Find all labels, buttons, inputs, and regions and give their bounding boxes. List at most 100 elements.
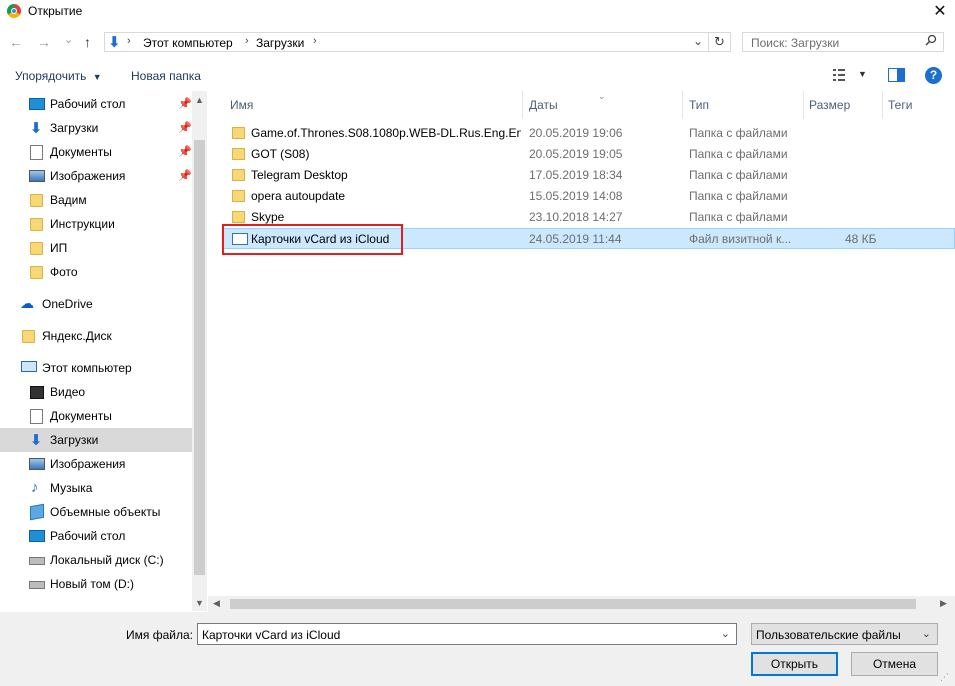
folder-icon	[30, 218, 43, 231]
recent-locations-button[interactable]: ⌄	[64, 33, 73, 46]
sidebar-item-label: Новый том (D:)	[50, 577, 134, 591]
column-header-date[interactable]: Даты	[529, 98, 558, 112]
new-folder-button[interactable]: Новая папка	[131, 69, 201, 83]
document-icon	[30, 409, 43, 424]
folder-icon	[232, 127, 245, 139]
sidebar-item-local-disk-c[interactable]: Локальный диск (C:)	[0, 548, 192, 572]
sidebar-item-ip[interactable]: ИП	[0, 236, 192, 260]
sidebar-item-new-volume-d[interactable]: Новый том (D:)	[0, 572, 192, 596]
folder-icon	[30, 194, 43, 207]
file-row[interactable]: Game.of.Thrones.S08.1080p.WEB-DL.Rus.Eng…	[222, 123, 955, 144]
download-icon: ⬇	[108, 34, 121, 51]
sidebar-item-vadim[interactable]: Вадим	[0, 188, 192, 212]
download-icon: ⬇	[29, 432, 43, 449]
filename-dropdown-button[interactable]: ⌄	[721, 627, 730, 640]
file-date: 17.05.2019 18:34	[529, 168, 623, 182]
sidebar-item-label: OneDrive	[42, 297, 93, 311]
close-button[interactable]: ✕	[930, 2, 950, 22]
back-button[interactable]: ←	[9, 34, 23, 50]
sidebar-item-label: Документы	[50, 145, 112, 159]
file-row[interactable]: Telegram Desktop 17.05.2019 18:34 Папка …	[222, 165, 955, 186]
window-title: Открытие	[28, 4, 83, 18]
scroll-left-arrow-icon[interactable]: ◀	[213, 598, 220, 609]
column-header-size[interactable]: Размер	[809, 98, 850, 112]
help-button[interactable]: ?	[925, 67, 942, 84]
sidebar-item-label: Изображения	[50, 457, 126, 471]
forward-button[interactable]: →	[37, 34, 51, 50]
sidebar-item-label: Загрузки	[50, 433, 99, 447]
column-separator[interactable]	[803, 91, 804, 119]
sidebar-item-pictures[interactable]: Изображения 📌	[0, 164, 192, 188]
folder-icon	[232, 169, 245, 181]
sidebar-item-instructions[interactable]: Инструкции	[0, 212, 192, 236]
preview-pane-button[interactable]	[888, 68, 905, 85]
preview-pane-icon	[888, 68, 905, 82]
address-bar[interactable]: ⬇ › Этот компьютер › Загрузки › ⌄	[104, 32, 709, 52]
file-row[interactable]: GOT (S08) 20.05.2019 19:05 Папка с файла…	[222, 144, 955, 165]
sidebar-item-label: Яндекс.Диск	[42, 329, 112, 343]
sidebar-item-music[interactable]: ♪ Музыка	[0, 476, 192, 500]
view-options-button[interactable]: ▼	[833, 69, 867, 84]
file-name: Telegram Desktop	[251, 168, 348, 182]
sidebar-item-desktop[interactable]: Рабочий стол 📌	[0, 92, 192, 116]
column-header-type[interactable]: Тип	[689, 98, 709, 112]
column-separator[interactable]	[682, 91, 683, 119]
column-header-tags[interactable]: Теги	[888, 98, 912, 112]
sidebar-item-documents[interactable]: Документы 📌	[0, 140, 192, 164]
column-separator[interactable]	[882, 91, 883, 119]
file-type: Файл визитной к...	[689, 232, 792, 246]
breadcrumb-separator: ›	[127, 35, 131, 47]
yandex-disk-icon	[22, 330, 35, 343]
sidebar-item-desktop-pc[interactable]: Рабочий стол	[0, 524, 192, 548]
refresh-button[interactable]: ↻	[709, 32, 731, 52]
sidebar-item-documents-pc[interactable]: Документы	[0, 404, 192, 428]
onedrive-cloud-icon: ☁	[20, 295, 34, 311]
dropdown-arrow-icon: ▼	[92, 72, 102, 82]
folder-icon	[232, 190, 245, 202]
breadcrumb-downloads[interactable]: Загрузки	[256, 36, 304, 50]
sidebar-scrollbar-thumb[interactable]	[194, 140, 205, 575]
breadcrumb-separator: ›	[313, 35, 317, 47]
cancel-button[interactable]: Отмена	[851, 652, 938, 676]
sidebar-item-photo[interactable]: Фото	[0, 260, 192, 284]
open-button[interactable]: Открыть	[751, 652, 838, 676]
sidebar-item-3d-objects[interactable]: Объемные объекты	[0, 500, 192, 524]
file-date: 20.05.2019 19:06	[529, 126, 623, 140]
file-list[interactable]: Имя Даты ⌄ Тип Размер Теги Game.of.Thron…	[208, 91, 955, 596]
up-button[interactable]: ↑	[84, 34, 91, 50]
scroll-up-arrow-icon[interactable]: ▲	[195, 95, 204, 105]
sidebar-item-this-pc[interactable]: Этот компьютер	[0, 356, 192, 380]
address-dropdown-button[interactable]: ⌄	[693, 34, 703, 48]
filetype-select[interactable]: Пользовательские файлы ⌄	[751, 623, 938, 645]
desktop-icon	[29, 530, 45, 542]
horizontal-scrollbar-thumb[interactable]	[230, 599, 916, 609]
scroll-down-arrow-icon[interactable]: ▼	[195, 598, 204, 608]
file-row[interactable]: opera autoupdate 15.05.2019 14:08 Папка …	[222, 186, 955, 207]
sidebar-item-downloads[interactable]: ⬇ Загрузки 📌	[0, 116, 192, 140]
search-box[interactable]: Поиск: Загрузки	[742, 32, 944, 52]
sidebar-item-yandex-disk[interactable]: Яндекс.Диск	[0, 324, 192, 348]
navigation-pane[interactable]: Рабочий стол 📌 ⬇ Загрузки 📌 Документы 📌 …	[0, 91, 207, 611]
file-name: GOT (S08)	[251, 147, 310, 161]
sidebar-item-label: Музыка	[50, 481, 93, 495]
file-date: 15.05.2019 14:08	[529, 189, 623, 203]
resize-grip-icon[interactable]: ⋰	[940, 672, 949, 683]
folder-icon	[232, 211, 245, 223]
pin-icon: 📌	[178, 98, 192, 110]
filename-input[interactable]: Карточки vCard из iCloud ⌄	[197, 623, 737, 645]
video-icon	[30, 386, 44, 399]
sidebar-item-pictures-pc[interactable]: Изображения	[0, 452, 192, 476]
breadcrumb-this-pc[interactable]: Этот компьютер	[143, 36, 233, 50]
sidebar-overflow-item	[8, 608, 208, 614]
scroll-right-arrow-icon[interactable]: ▶	[940, 598, 947, 609]
filename-value[interactable]: Карточки vCard из iCloud	[202, 628, 340, 642]
organize-button[interactable]: Упорядочить ▼	[15, 69, 102, 83]
column-header-name[interactable]: Имя	[230, 98, 253, 112]
sidebar-item-videos[interactable]: Видео	[0, 380, 192, 404]
sidebar-item-downloads-pc[interactable]: ⬇ Загрузки	[0, 428, 192, 452]
column-separator[interactable]	[522, 91, 523, 119]
sidebar-item-onedrive[interactable]: ☁ OneDrive	[0, 292, 192, 316]
filename-label: Имя файла:	[126, 628, 193, 642]
search-input[interactable]: Поиск: Загрузки	[751, 36, 839, 50]
file-type: Папка с файлами	[689, 168, 788, 182]
